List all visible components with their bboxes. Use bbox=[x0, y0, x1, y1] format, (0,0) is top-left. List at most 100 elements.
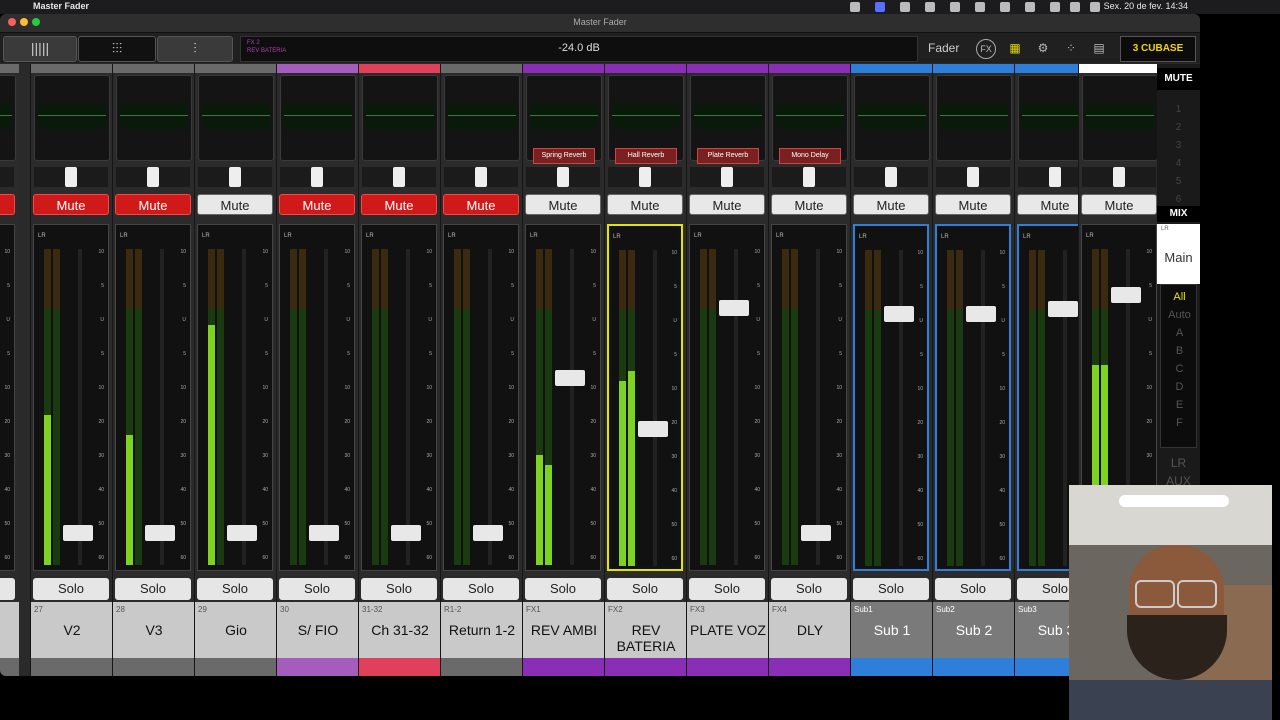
fader-view-button[interactable]: ⫶⫶⫶ bbox=[78, 36, 156, 62]
fader-area[interactable]: LR105U5102030405060 bbox=[525, 224, 601, 571]
solo-button[interactable]: Solo bbox=[279, 578, 355, 600]
fader-area[interactable]: LR105U5102030405060 bbox=[0, 224, 15, 571]
mute-group-number[interactable]: 1 bbox=[1157, 104, 1200, 115]
solo-button[interactable]: Solo bbox=[853, 578, 929, 600]
pan-control[interactable] bbox=[362, 167, 436, 187]
pan-knob[interactable] bbox=[885, 167, 897, 187]
pan-knob[interactable] bbox=[557, 167, 569, 187]
status-icon[interactable] bbox=[1000, 2, 1010, 12]
plugin-button[interactable]: Spring Reverb bbox=[533, 148, 595, 164]
scene-button[interactable]: 3 CUBASE bbox=[1120, 36, 1196, 62]
mute-button[interactable]: Mute bbox=[853, 194, 929, 215]
fader-area[interactable]: LR105U5102030405060 bbox=[33, 224, 109, 571]
pan-control[interactable] bbox=[690, 167, 764, 187]
channel-name-area[interactable]: FX1 REV AMBI bbox=[523, 602, 605, 658]
pan-knob[interactable] bbox=[147, 167, 159, 187]
channel-name-area[interactable]: 28 V3 bbox=[113, 602, 195, 658]
solo-button[interactable]: Solo bbox=[607, 578, 683, 600]
gear-icon[interactable]: ⚙ bbox=[1032, 37, 1054, 59]
fader-area[interactable]: LR105U5102030405060 bbox=[771, 224, 847, 571]
pan-knob[interactable] bbox=[311, 167, 323, 187]
eq-display[interactable] bbox=[34, 75, 110, 161]
pan-knob[interactable] bbox=[639, 167, 651, 187]
mute-group-number[interactable]: 4 bbox=[1157, 158, 1200, 169]
filter-option[interactable]: C bbox=[1161, 363, 1198, 375]
fader-area[interactable]: LR105U5102030405060 bbox=[935, 224, 1011, 571]
pan-control[interactable] bbox=[444, 167, 518, 187]
channel-name-area[interactable]: Sub2 Sub 2 bbox=[933, 602, 1015, 658]
meters-icon[interactable]: ▦ bbox=[1004, 37, 1026, 59]
filter-option[interactable]: D bbox=[1161, 381, 1198, 393]
filter-option[interactable]: F bbox=[1161, 417, 1198, 429]
mute-group-number[interactable]: 3 bbox=[1157, 140, 1200, 151]
mute-button[interactable]: Mute bbox=[115, 194, 191, 215]
eq-display[interactable]: Spring Reverb bbox=[526, 75, 602, 164]
single-fader-button[interactable]: ⫶ bbox=[157, 36, 233, 62]
fader-handle[interactable] bbox=[555, 370, 585, 386]
eq-display[interactable]: Plate Reverb bbox=[690, 75, 766, 164]
mute-button[interactable]: Mute bbox=[361, 194, 437, 215]
filter-option[interactable]: E bbox=[1161, 399, 1198, 411]
eq-display[interactable] bbox=[854, 75, 930, 161]
channel-name-area[interactable]: R1-2 Return 1-2 bbox=[441, 602, 523, 658]
fader-area[interactable]: LR105U5102030405060 bbox=[443, 224, 519, 571]
solo-button[interactable]: Solo bbox=[197, 578, 273, 600]
view-mode-label[interactable]: Fader bbox=[928, 41, 959, 55]
mute-button[interactable]: Mute bbox=[443, 194, 519, 215]
menu-clock[interactable]: Sex. 20 de fev. 14:34 bbox=[1104, 1, 1188, 11]
eq-display[interactable] bbox=[362, 75, 438, 161]
mute-group-number[interactable]: 2 bbox=[1157, 122, 1200, 133]
fader-handle[interactable] bbox=[1111, 287, 1141, 303]
pan-knob[interactable] bbox=[65, 167, 77, 187]
fader-handle[interactable] bbox=[884, 306, 914, 322]
fader-handle[interactable] bbox=[801, 525, 831, 541]
pan-control[interactable] bbox=[34, 167, 108, 187]
pan-knob[interactable] bbox=[229, 167, 241, 187]
solo-button[interactable]: Solo bbox=[771, 578, 847, 600]
channel-name-area[interactable]: FX2 REV BATERIA bbox=[605, 602, 687, 658]
fader-handle[interactable] bbox=[391, 525, 421, 541]
wifi-icon[interactable] bbox=[1050, 2, 1060, 12]
eq-display[interactable] bbox=[116, 75, 192, 161]
fader-handle[interactable] bbox=[719, 300, 749, 316]
routing-icon[interactable]: ⁘ bbox=[1060, 37, 1082, 59]
mute-button[interactable]: Mute bbox=[197, 194, 273, 215]
fader-handle[interactable] bbox=[473, 525, 503, 541]
channel-name-area[interactable]: 30 S/ FIO bbox=[277, 602, 359, 658]
channel-name-area[interactable]: 29 Gio bbox=[195, 602, 277, 658]
fader-handle[interactable] bbox=[638, 421, 668, 437]
channel-name-area[interactable] bbox=[0, 602, 19, 658]
mute-button[interactable]: Mute bbox=[525, 194, 601, 215]
mute-groups-header[interactable]: MUTE bbox=[1157, 68, 1200, 90]
pan-control[interactable] bbox=[280, 167, 354, 187]
mute-button[interactable]: Mute bbox=[1081, 194, 1157, 215]
plugin-button[interactable]: Mono Delay bbox=[779, 148, 841, 164]
solo-button[interactable]: Solo bbox=[115, 578, 191, 600]
channel-name-area[interactable]: Sub1 Sub 1 bbox=[851, 602, 933, 658]
pan-control[interactable] bbox=[936, 167, 1010, 187]
filter-option[interactable]: A bbox=[1161, 327, 1198, 339]
pan-knob[interactable] bbox=[393, 167, 405, 187]
mute-button[interactable]: Mute bbox=[607, 194, 683, 215]
mute-button[interactable]: Mute bbox=[279, 194, 355, 215]
status-icon[interactable] bbox=[900, 2, 910, 12]
pan-knob[interactable] bbox=[967, 167, 979, 187]
fader-area[interactable]: LR105U5102030405060 bbox=[115, 224, 191, 571]
pan-knob[interactable] bbox=[1049, 167, 1061, 187]
fader-area[interactable]: LR105U5102030405060 bbox=[689, 224, 765, 571]
fader-area[interactable]: LR105U5102030405060 bbox=[197, 224, 273, 571]
filter-option[interactable]: B bbox=[1161, 345, 1198, 357]
mute-button[interactable]: Mute bbox=[771, 194, 847, 215]
pan-control[interactable] bbox=[0, 167, 14, 187]
search-icon[interactable] bbox=[1070, 2, 1080, 12]
plugin-button[interactable]: Plate Reverb bbox=[697, 148, 759, 164]
fader-handle[interactable] bbox=[309, 525, 339, 541]
plugin-button[interactable]: Hall Reverb bbox=[615, 148, 677, 164]
pan-control[interactable] bbox=[198, 167, 272, 187]
mute-button[interactable]: Mute bbox=[689, 194, 765, 215]
mix-type-option[interactable]: LR bbox=[1157, 456, 1200, 470]
status-icon[interactable] bbox=[950, 2, 960, 12]
fader-handle[interactable] bbox=[227, 525, 257, 541]
fader-area[interactable]: LR105U5102030405060 bbox=[607, 224, 683, 571]
eq-display[interactable] bbox=[1082, 75, 1157, 161]
